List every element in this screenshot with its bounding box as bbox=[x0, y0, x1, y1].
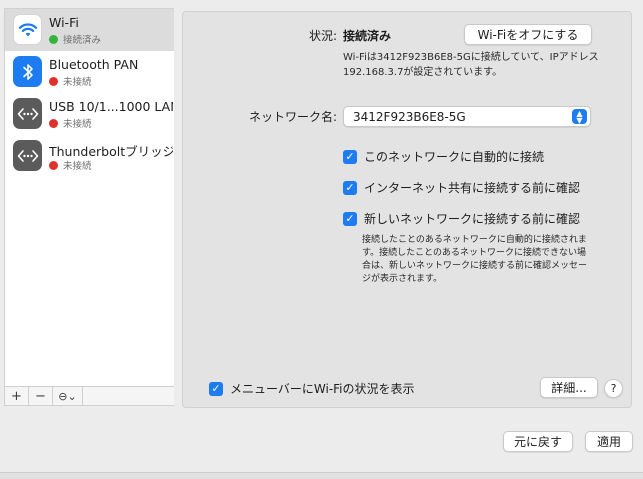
checkbox-checked-icon[interactable]: ✓ bbox=[343, 211, 357, 226]
status-dot-icon bbox=[49, 76, 58, 86]
service-list-sidebar: Wi-Fi 接続済み Bluetooth PAN 未接続 USB 10/1...… bbox=[4, 8, 174, 406]
status-dot-icon bbox=[49, 34, 58, 44]
apply-button[interactable]: 適用 bbox=[585, 431, 633, 452]
service-item-thunderbolt-bridge[interactable]: Thunderboltブリッジ 未接続 bbox=[5, 135, 174, 177]
sidebar-toolbar: + − ⊖⌄ bbox=[5, 386, 174, 405]
turn-wifi-off-button[interactable]: Wi-Fiをオフにする bbox=[464, 24, 592, 45]
ethernet-icon bbox=[13, 140, 42, 171]
service-name: Wi-Fi bbox=[49, 15, 79, 30]
status-description: Wi-Fiは3412F923B6E8-5Gに接続していて、IPアドレス 192.… bbox=[343, 52, 599, 78]
remove-service-button[interactable]: − bbox=[29, 387, 53, 405]
window-bottom-edge bbox=[0, 472, 643, 479]
ethernet-icon bbox=[13, 98, 42, 129]
ask-new-network-description: 接続したことのあるネットワークに自動的に接続されます。接続したことのあるネットワ… bbox=[362, 235, 588, 284]
up-down-chevron-icon: ▲ ▼ bbox=[572, 109, 587, 125]
network-name-label: ネットワーク名: bbox=[248, 110, 337, 124]
service-action-menu-button[interactable]: ⊖⌄ bbox=[53, 387, 83, 405]
add-service-button[interactable]: + bbox=[5, 387, 29, 405]
service-item-wifi[interactable]: Wi-Fi 接続済み bbox=[5, 9, 174, 51]
status-value: 接続済み bbox=[343, 29, 392, 43]
auto-join-checkbox-row[interactable]: ✓ このネットワークに自動的に接続 bbox=[343, 148, 544, 165]
service-status: 未接続 bbox=[49, 158, 92, 172]
ask-new-network-label: 新しいネットワークに接続する前に確認 bbox=[364, 212, 581, 226]
status-dot-icon bbox=[49, 160, 58, 170]
service-status-text: 接続済み bbox=[63, 35, 102, 46]
revert-button[interactable]: 元に戻す bbox=[503, 431, 573, 452]
service-status: 未接続 bbox=[49, 74, 92, 88]
service-status: 接続済み bbox=[49, 32, 101, 46]
ask-hotspot-label: インターネット共有に接続する前に確認 bbox=[364, 181, 581, 195]
auto-join-label: このネットワークに自動的に接続 bbox=[364, 150, 545, 164]
ask-hotspot-checkbox-row[interactable]: ✓ インターネット共有に接続する前に確認 bbox=[343, 179, 580, 196]
wifi-settings-panel: 状況: 接続済み Wi-Fiをオフにする Wi-Fiは3412F923B6E8-… bbox=[182, 11, 632, 408]
service-list: Wi-Fi 接続済み Bluetooth PAN 未接続 USB 10/1...… bbox=[5, 9, 174, 386]
service-name: USB 10/1...1000 LAN bbox=[49, 99, 173, 114]
network-name-select[interactable]: 3412F923B6E8-5G ▲ ▼ bbox=[343, 106, 591, 127]
advanced-button[interactable]: 詳細... bbox=[540, 377, 598, 398]
wifi-icon bbox=[13, 14, 42, 45]
network-name-value: 3412F923B6E8-5G bbox=[353, 110, 466, 124]
ask-new-network-checkbox-row[interactable]: ✓ 新しいネットワークに接続する前に確認 bbox=[343, 210, 580, 227]
service-status-text: 未接続 bbox=[63, 77, 92, 88]
service-item-bluetooth-pan[interactable]: Bluetooth PAN 未接続 bbox=[5, 51, 174, 93]
checkbox-checked-icon[interactable]: ✓ bbox=[209, 381, 223, 396]
service-item-usb-lan[interactable]: USB 10/1...1000 LAN 未接続 bbox=[5, 93, 174, 135]
show-in-menu-bar-label: メニューバーにWi-Fiの状況を表示 bbox=[230, 382, 415, 396]
status-dot-icon bbox=[49, 118, 58, 128]
bluetooth-icon bbox=[13, 56, 42, 87]
checkbox-checked-icon[interactable]: ✓ bbox=[343, 149, 357, 164]
service-name: Bluetooth PAN bbox=[49, 57, 139, 72]
service-status-text: 未接続 bbox=[63, 161, 92, 172]
help-button[interactable]: ? bbox=[604, 379, 623, 398]
service-status-text: 未接続 bbox=[63, 119, 92, 130]
service-status: 未接続 bbox=[49, 116, 92, 130]
checkbox-checked-icon[interactable]: ✓ bbox=[343, 180, 357, 195]
status-label: 状況: bbox=[308, 29, 337, 43]
show-in-menu-bar-checkbox-row[interactable]: ✓ メニューバーにWi-Fiの状況を表示 bbox=[209, 380, 415, 397]
